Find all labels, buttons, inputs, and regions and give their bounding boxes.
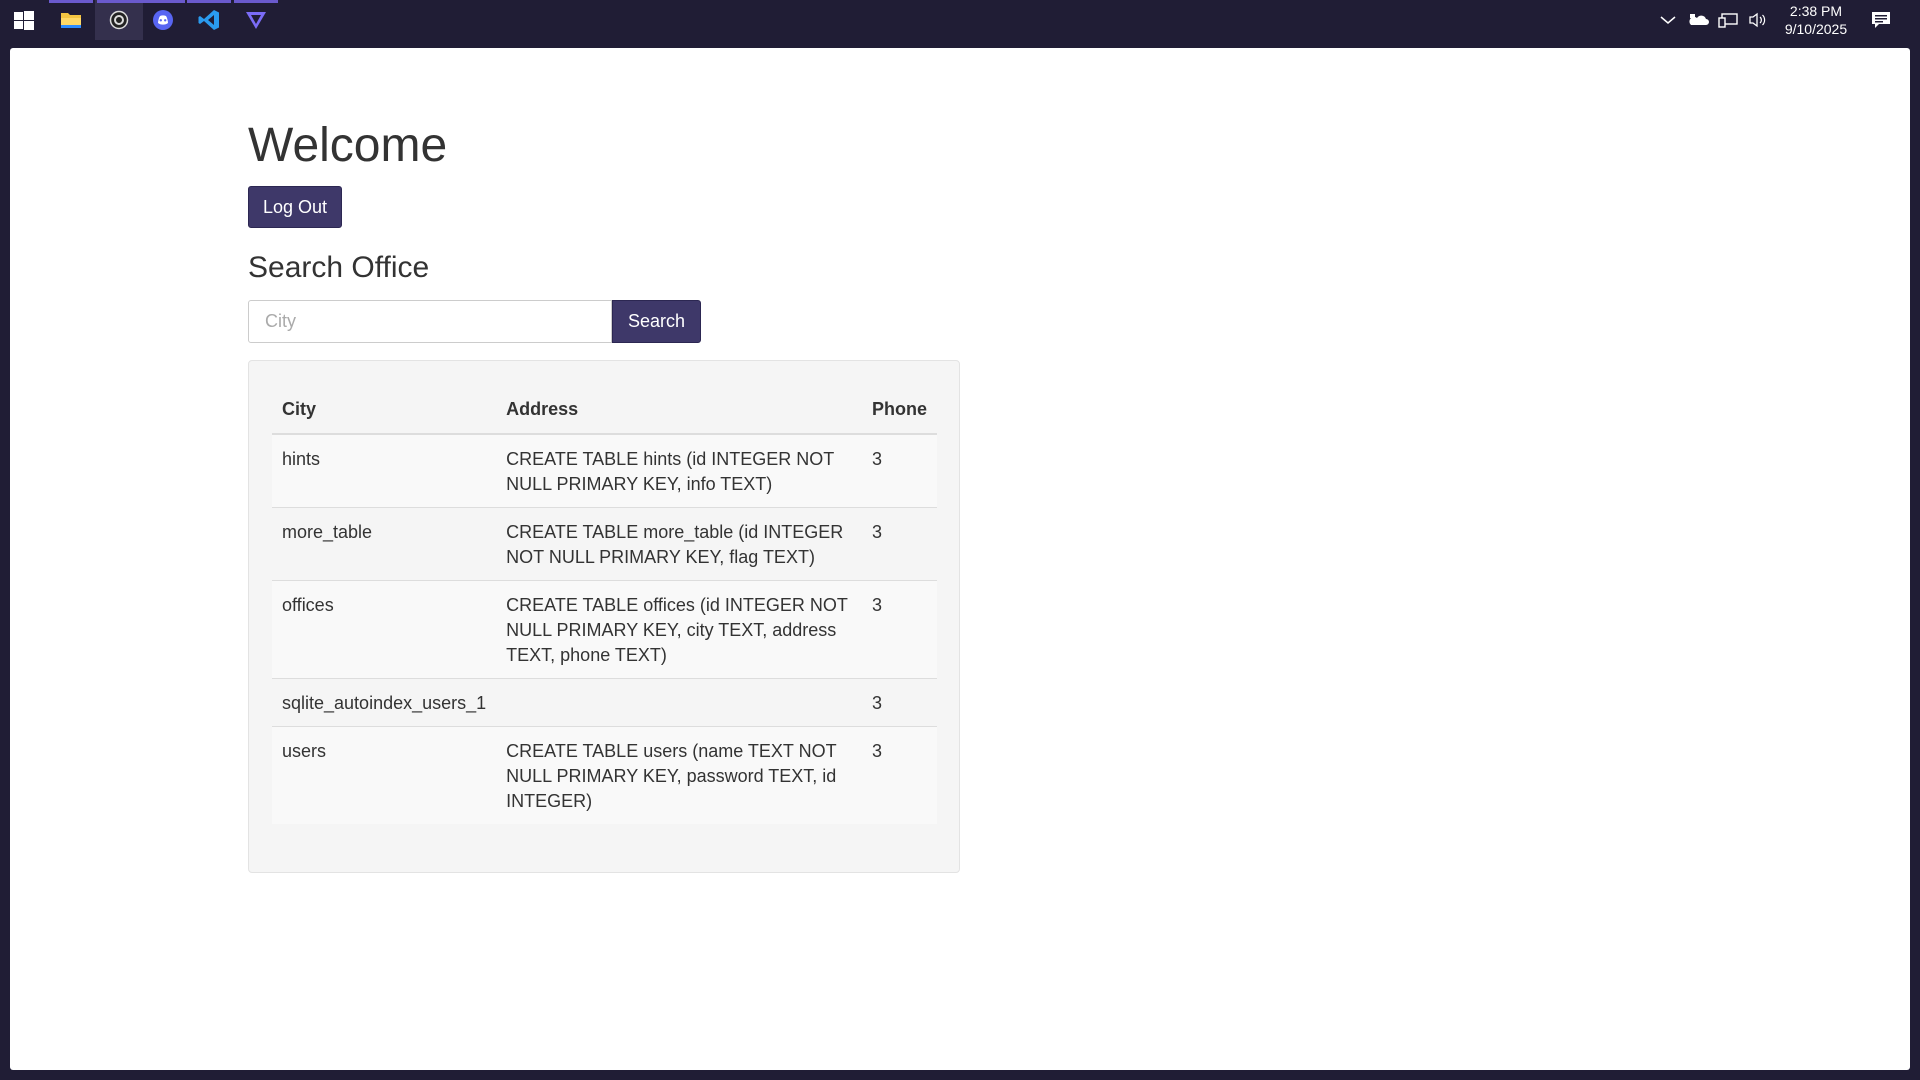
search-button[interactable]: Search (612, 300, 702, 343)
taskbar-clock[interactable]: 2:38 PM 9/10/2025 (1780, 2, 1852, 38)
column-header-phone: Phone (861, 385, 937, 435)
app-triangle-icon[interactable] (232, 0, 280, 40)
results-panel: City Address Phone hints CREATE TABLE hi… (248, 360, 960, 873)
cell-address: CREATE TABLE users (name TEXT NOT NULL P… (496, 726, 862, 824)
notifications-icon[interactable] (1866, 0, 1896, 40)
table-header-row: City Address Phone (272, 385, 937, 435)
network-icon[interactable] (1715, 0, 1741, 40)
table-row: sqlite_autoindex_users_1 3 (272, 678, 937, 727)
column-header-address: Address (496, 385, 862, 435)
cell-city: offices (272, 580, 497, 679)
onedrive-icon[interactable] (1685, 0, 1711, 40)
cell-address: CREATE TABLE hints (id INTEGER NOT NULL … (496, 433, 862, 508)
table-row: hints CREATE TABLE hints (id INTEGER NOT… (272, 433, 937, 508)
chevron-up-icon[interactable] (1656, 0, 1680, 40)
page-content: Welcome Log Out Search Office Search Cit… (248, 116, 968, 873)
taskbar: 2:38 PM 9/10/2025 (0, 0, 1920, 40)
obs-icon[interactable] (95, 0, 143, 40)
column-header-city: City (272, 385, 497, 435)
table-row: offices CREATE TABLE offices (id INTEGER… (272, 580, 937, 679)
cell-phone: 3 (861, 580, 937, 679)
offices-table: City Address Phone hints CREATE TABLE hi… (272, 385, 937, 824)
cell-city: users (272, 726, 497, 824)
cell-phone: 3 (861, 507, 937, 581)
page-title: Welcome (248, 119, 448, 172)
search-office-heading: Search Office (248, 251, 430, 284)
cell-phone: 3 (861, 433, 937, 508)
cell-city: hints (272, 433, 497, 508)
cell-city: sqlite_autoindex_users_1 (272, 678, 497, 727)
volume-icon[interactable] (1745, 0, 1771, 40)
cell-address (496, 678, 862, 727)
cell-address: CREATE TABLE more_table (id INTEGER NOT … (496, 507, 862, 581)
table-row: more_table CREATE TABLE more_table (id I… (272, 507, 937, 581)
clock-time: 2:38 PM (1789, 3, 1843, 19)
browser-viewport: Welcome Log Out Search Office Search Cit… (10, 48, 1910, 1070)
logout-button[interactable]: Log Out (248, 186, 343, 228)
discord-icon[interactable] (139, 0, 187, 40)
vscode-icon[interactable] (185, 0, 233, 40)
cell-city: more_table (272, 507, 497, 581)
table-row: users CREATE TABLE users (name TEXT NOT … (272, 726, 937, 824)
search-form: Search (248, 300, 968, 343)
cell-phone: 3 (861, 726, 937, 824)
clock-date: 9/10/2025 (1784, 21, 1848, 37)
cell-phone: 3 (861, 678, 937, 727)
file-explorer-icon[interactable] (47, 0, 95, 40)
start-icon[interactable] (0, 0, 48, 40)
cell-address: CREATE TABLE offices (id INTEGER NOT NUL… (496, 580, 862, 679)
city-search-input[interactable] (248, 300, 612, 343)
